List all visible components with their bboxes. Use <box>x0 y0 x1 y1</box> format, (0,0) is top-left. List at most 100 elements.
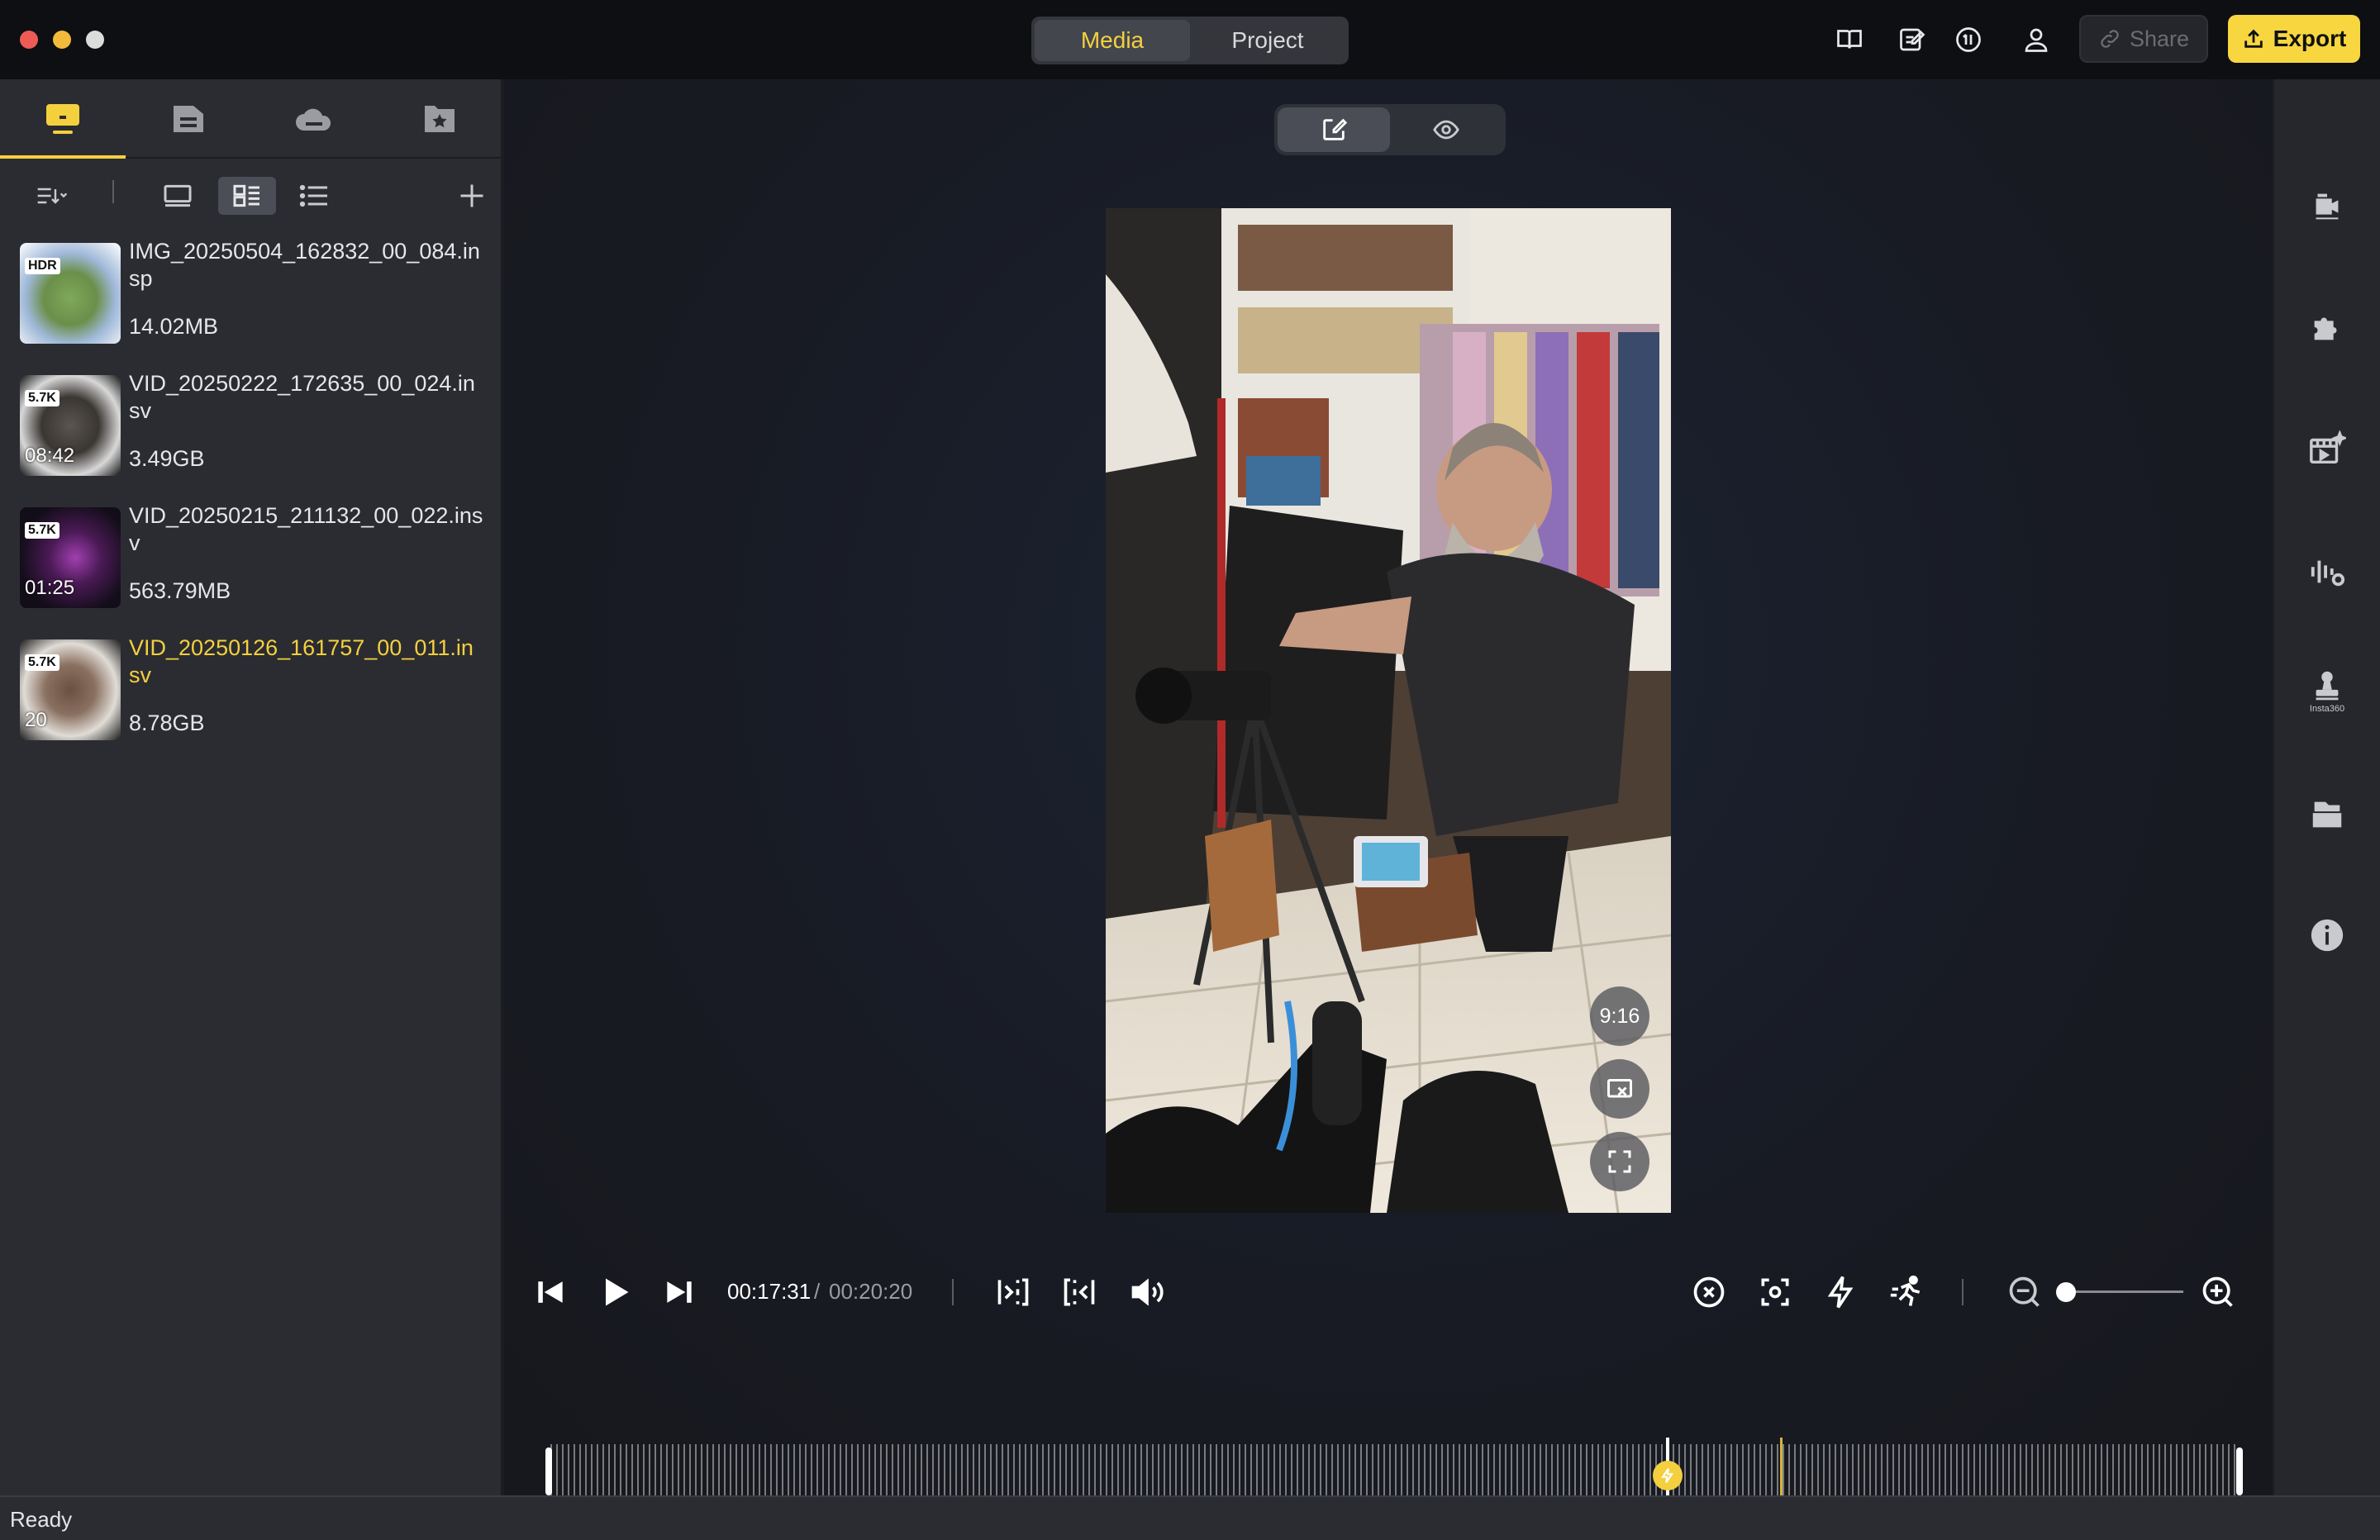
playhead-handle[interactable] <box>1653 1461 1683 1490</box>
skip-next-button[interactable] <box>656 1269 702 1315</box>
insta360-logo-text: Insta360 <box>2309 704 2345 714</box>
focus-target-icon <box>1761 1278 1789 1306</box>
media-filename: VID_20250126_161757_00_011.insv <box>129 635 474 687</box>
list-view-button[interactable] <box>294 177 336 215</box>
ai-effect-button[interactable] <box>1818 1269 1864 1315</box>
tab-media[interactable]: Media <box>1035 20 1190 61</box>
zoom-in-icon <box>2202 1276 2233 1307</box>
status-bar: Ready <box>0 1495 2380 1540</box>
running-person-icon <box>1890 1275 1921 1306</box>
tutorial-book-icon[interactable] <box>1833 23 1866 56</box>
duration-label: 01:25 <box>25 577 75 599</box>
reset-view-button[interactable] <box>1590 1059 1649 1119</box>
tab-local-computer[interactable] <box>0 79 126 159</box>
account-icon[interactable] <box>2020 23 2053 56</box>
preview-area: 9:16 00:17:31 / 00:20:20 <box>504 79 2273 1540</box>
fullscreen-button[interactable] <box>1590 1132 1649 1191</box>
window-close-button[interactable] <box>20 31 38 49</box>
play-button[interactable] <box>592 1269 638 1315</box>
media-filename: VID_20250222_172635_00_024.insv <box>129 371 475 423</box>
tab-project[interactable]: Project <box>1190 20 1345 61</box>
trim-out-button[interactable] <box>1056 1269 1102 1315</box>
local-computer-icon <box>46 104 79 134</box>
media-thumbnail: 5.7K 08:42 <box>20 375 121 476</box>
active-tab-indicator <box>0 155 126 159</box>
media-list-item[interactable]: 5.7K 01:25 VID_20250215_211132_00_022.in… <box>0 501 502 633</box>
volume-icon <box>1131 1278 1164 1306</box>
media-library-panel: HDR IMG_20250504_162832_00_084.insp 14.0… <box>0 79 502 1495</box>
zoom-in-button[interactable] <box>2195 1269 2241 1315</box>
preview-mode-tab[interactable] <box>1390 107 1502 152</box>
skip-previous-icon <box>538 1281 563 1303</box>
trim-start-handle[interactable] <box>545 1447 552 1495</box>
info-tool[interactable] <box>2299 907 2355 963</box>
aspect-ratio-button[interactable]: 9:16 <box>1590 986 1649 1046</box>
total-time: 00:20:20 <box>829 1279 913 1304</box>
media-list-item[interactable]: HDR IMG_20250504_162832_00_084.insp 14.0… <box>0 236 502 368</box>
video-scene <box>1106 208 1671 1213</box>
media-thumbnail: HDR <box>20 243 121 344</box>
fullscreen-icon <box>1608 1150 1631 1173</box>
time-separator: / <box>814 1279 821 1304</box>
media-filesize: 14.02MB <box>129 314 219 339</box>
layers-tool[interactable] <box>2299 787 2355 843</box>
media-list-item-selected[interactable]: 5.7K 20 VID_20250126_161757_00_011.insv … <box>0 633 502 765</box>
add-media-button[interactable] <box>451 177 493 215</box>
trim-in-button[interactable] <box>990 1269 1036 1315</box>
sort-icon <box>37 188 68 204</box>
edit-mode-tab[interactable] <box>1278 107 1390 152</box>
folder-icon <box>174 106 203 132</box>
skip-next-icon <box>667 1281 692 1303</box>
video-camera-icon <box>2316 193 2339 220</box>
share-button[interactable]: Share <box>2079 15 2208 63</box>
skip-previous-button[interactable] <box>527 1269 574 1315</box>
resolution-badge: 5.7K <box>25 390 60 406</box>
eye-icon <box>1433 120 1459 140</box>
plugin-tool[interactable] <box>2299 299 2355 355</box>
duration-label: 20 <box>25 709 47 731</box>
tab-cloud[interactable] <box>251 79 377 159</box>
tab-folder[interactable] <box>126 79 251 159</box>
export-button[interactable]: Export <box>2228 15 2360 63</box>
insta360-stamp-tool[interactable]: Insta360 <box>2299 663 2355 719</box>
puzzle-icon <box>2314 317 2337 340</box>
speed-ramp-button[interactable] <box>1884 1269 1930 1315</box>
add-icon <box>460 184 483 207</box>
large-thumbnail-button[interactable] <box>157 177 198 215</box>
right-tool-bar: Insta360 <box>2274 79 2380 1495</box>
hdr-badge: HDR <box>25 258 60 274</box>
zoom-slider-handle[interactable] <box>2056 1282 2076 1302</box>
ai-video-tool[interactable] <box>2299 421 2355 478</box>
video-preview[interactable] <box>1106 208 1671 1213</box>
remove-keyframe-button[interactable] <box>1686 1269 1732 1315</box>
subject-tracking-button[interactable] <box>1752 1269 1798 1315</box>
toolbar-divider <box>112 180 114 203</box>
timeline-zoom-slider[interactable] <box>2059 1290 2183 1293</box>
feedback-edit-icon[interactable] <box>1896 23 1929 56</box>
lightning-icon <box>1827 1276 1854 1309</box>
share-label: Share <box>2129 26 2190 51</box>
media-list-item[interactable]: 5.7K 08:42 VID_20250222_172635_00_024.in… <box>0 368 502 501</box>
tab-favorites[interactable] <box>377 79 502 159</box>
update-badge-icon[interactable] <box>1952 23 1985 56</box>
zoom-out-icon <box>2009 1276 2040 1307</box>
status-text: Ready <box>10 1507 73 1532</box>
zoom-out-button[interactable] <box>2002 1269 2048 1315</box>
volume-button[interactable] <box>1122 1269 1172 1315</box>
grid-view-button[interactable] <box>218 177 276 215</box>
edit-preview-toggle <box>1274 104 1506 155</box>
window-zoom-button[interactable] <box>86 31 104 49</box>
reset-view-icon <box>1607 1079 1632 1098</box>
current-time: 00:17:31 <box>727 1279 812 1304</box>
trim-end-handle[interactable] <box>2236 1447 2243 1495</box>
window-minimize-button[interactable] <box>53 31 71 49</box>
link-icon <box>2101 30 2119 48</box>
media-filename: IMG_20250504_162832_00_084.insp <box>129 239 480 291</box>
video-camera-tool[interactable] <box>2299 178 2355 235</box>
media-filesize: 563.79MB <box>129 578 231 603</box>
aspect-ratio-label: 9:16 <box>1599 1004 1640 1028</box>
export-label: Export <box>2273 26 2347 51</box>
audio-settings-icon <box>2311 560 2345 587</box>
sort-button[interactable] <box>23 177 81 215</box>
audio-settings-tool[interactable] <box>2299 544 2355 600</box>
